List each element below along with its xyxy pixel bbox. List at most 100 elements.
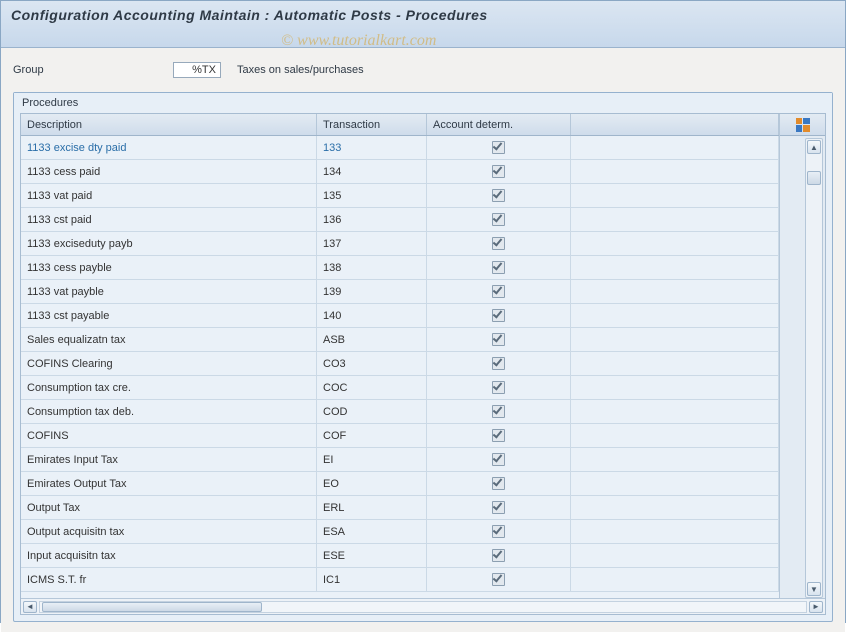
table-row[interactable]: Emirates Input TaxEI — [21, 448, 779, 472]
cell-transaction[interactable]: EO — [317, 472, 427, 495]
cell-account-determ[interactable] — [427, 496, 571, 519]
checkbox-icon[interactable] — [492, 405, 505, 418]
cell-transaction[interactable]: COD — [317, 400, 427, 423]
cell-account-determ[interactable] — [427, 400, 571, 423]
table-row[interactable]: ICMS S.T. frIC1 — [21, 568, 779, 592]
cell-transaction[interactable]: 134 — [317, 160, 427, 183]
cell-account-determ[interactable] — [427, 184, 571, 207]
table-row[interactable]: Consumption tax cre.COC — [21, 376, 779, 400]
table-row[interactable]: Emirates Output TaxEO — [21, 472, 779, 496]
cell-description[interactable]: Emirates Input Tax — [21, 448, 317, 471]
cell-account-determ[interactable] — [427, 568, 571, 591]
cell-description[interactable]: Consumption tax deb. — [21, 400, 317, 423]
hscroll-thumb[interactable] — [42, 602, 262, 612]
cell-account-determ[interactable] — [427, 424, 571, 447]
cell-transaction[interactable]: COC — [317, 376, 427, 399]
group-input[interactable] — [173, 62, 221, 78]
cell-description[interactable]: 1133 cst payable — [21, 304, 317, 327]
scroll-track[interactable] — [806, 155, 822, 581]
checkbox-icon[interactable] — [492, 381, 505, 394]
table-row[interactable]: Sales equalizatn taxASB — [21, 328, 779, 352]
cell-transaction[interactable]: ESE — [317, 544, 427, 567]
scroll-left-button[interactable]: ◄ — [23, 601, 37, 613]
checkbox-icon[interactable] — [492, 213, 505, 226]
scroll-thumb[interactable] — [807, 171, 821, 185]
checkbox-icon[interactable] — [492, 237, 505, 250]
table-row[interactable]: Input acquisitn taxESE — [21, 544, 779, 568]
checkbox-icon[interactable] — [492, 501, 505, 514]
scroll-up-button[interactable]: ▲ — [807, 140, 821, 154]
table-row[interactable]: Output acquisitn taxESA — [21, 520, 779, 544]
cell-transaction[interactable]: 138 — [317, 256, 427, 279]
table-row[interactable]: 1133 cst paid136 — [21, 208, 779, 232]
table-row[interactable]: 1133 vat paid135 — [21, 184, 779, 208]
cell-account-determ[interactable] — [427, 136, 571, 159]
cell-description[interactable]: 1133 excise dty paid — [21, 136, 317, 159]
cell-account-determ[interactable] — [427, 304, 571, 327]
cell-description[interactable]: COFINS — [21, 424, 317, 447]
cell-transaction[interactable]: 140 — [317, 304, 427, 327]
table-row[interactable]: COFINS ClearingCO3 — [21, 352, 779, 376]
cell-account-determ[interactable] — [427, 232, 571, 255]
cell-account-determ[interactable] — [427, 208, 571, 231]
cell-account-determ[interactable] — [427, 280, 571, 303]
cell-description[interactable]: 1133 vat payble — [21, 280, 317, 303]
checkbox-icon[interactable] — [492, 261, 505, 274]
cell-transaction[interactable]: 137 — [317, 232, 427, 255]
cell-transaction[interactable]: 133 — [317, 136, 427, 159]
checkbox-icon[interactable] — [492, 333, 505, 346]
cell-description[interactable]: Output Tax — [21, 496, 317, 519]
scroll-right-button[interactable]: ► — [809, 601, 823, 613]
cell-transaction[interactable]: ERL — [317, 496, 427, 519]
checkbox-icon[interactable] — [492, 285, 505, 298]
checkbox-icon[interactable] — [492, 453, 505, 466]
configure-columns-button[interactable] — [780, 114, 825, 136]
cell-transaction[interactable]: ESA — [317, 520, 427, 543]
cell-description[interactable]: 1133 vat paid — [21, 184, 317, 207]
cell-transaction[interactable]: 136 — [317, 208, 427, 231]
checkbox-icon[interactable] — [492, 525, 505, 538]
cell-account-determ[interactable] — [427, 256, 571, 279]
checkbox-icon[interactable] — [492, 477, 505, 490]
cell-description[interactable]: Emirates Output Tax — [21, 472, 317, 495]
cell-account-determ[interactable] — [427, 352, 571, 375]
cell-description[interactable]: 1133 exciseduty payb — [21, 232, 317, 255]
cell-description[interactable]: 1133 cess payble — [21, 256, 317, 279]
table-row[interactable]: 1133 excise dty paid133 — [21, 136, 779, 160]
cell-account-determ[interactable] — [427, 376, 571, 399]
checkbox-icon[interactable] — [492, 141, 505, 154]
checkbox-icon[interactable] — [492, 549, 505, 562]
cell-account-determ[interactable] — [427, 520, 571, 543]
checkbox-icon[interactable] — [492, 165, 505, 178]
cell-account-determ[interactable] — [427, 328, 571, 351]
col-transaction[interactable]: Transaction — [317, 114, 427, 135]
cell-account-determ[interactable] — [427, 544, 571, 567]
table-row[interactable]: 1133 exciseduty payb137 — [21, 232, 779, 256]
cell-account-determ[interactable] — [427, 160, 571, 183]
col-account-determ[interactable]: Account determ. — [427, 114, 571, 135]
cell-transaction[interactable]: CO3 — [317, 352, 427, 375]
cell-description[interactable]: Sales equalizatn tax — [21, 328, 317, 351]
checkbox-icon[interactable] — [492, 357, 505, 370]
cell-description[interactable]: ICMS S.T. fr — [21, 568, 317, 591]
table-row[interactable]: Consumption tax deb.COD — [21, 400, 779, 424]
cell-description[interactable]: COFINS Clearing — [21, 352, 317, 375]
cell-description[interactable]: Consumption tax cre. — [21, 376, 317, 399]
cell-description[interactable]: 1133 cess paid — [21, 160, 317, 183]
cell-transaction[interactable]: ASB — [317, 328, 427, 351]
cell-transaction[interactable]: IC1 — [317, 568, 427, 591]
table-row[interactable]: 1133 cess paid134 — [21, 160, 779, 184]
scroll-down-button[interactable]: ▼ — [807, 582, 821, 596]
cell-description[interactable]: Input acquisitn tax — [21, 544, 317, 567]
table-row[interactable]: COFINSCOF — [21, 424, 779, 448]
hscroll-track[interactable] — [39, 601, 807, 613]
table-row[interactable]: Output TaxERL — [21, 496, 779, 520]
col-description[interactable]: Description — [21, 114, 317, 135]
cell-description[interactable]: 1133 cst paid — [21, 208, 317, 231]
cell-account-determ[interactable] — [427, 472, 571, 495]
cell-transaction[interactable]: COF — [317, 424, 427, 447]
checkbox-icon[interactable] — [492, 573, 505, 586]
cell-transaction[interactable]: EI — [317, 448, 427, 471]
table-row[interactable]: 1133 cess payble138 — [21, 256, 779, 280]
cell-transaction[interactable]: 139 — [317, 280, 427, 303]
